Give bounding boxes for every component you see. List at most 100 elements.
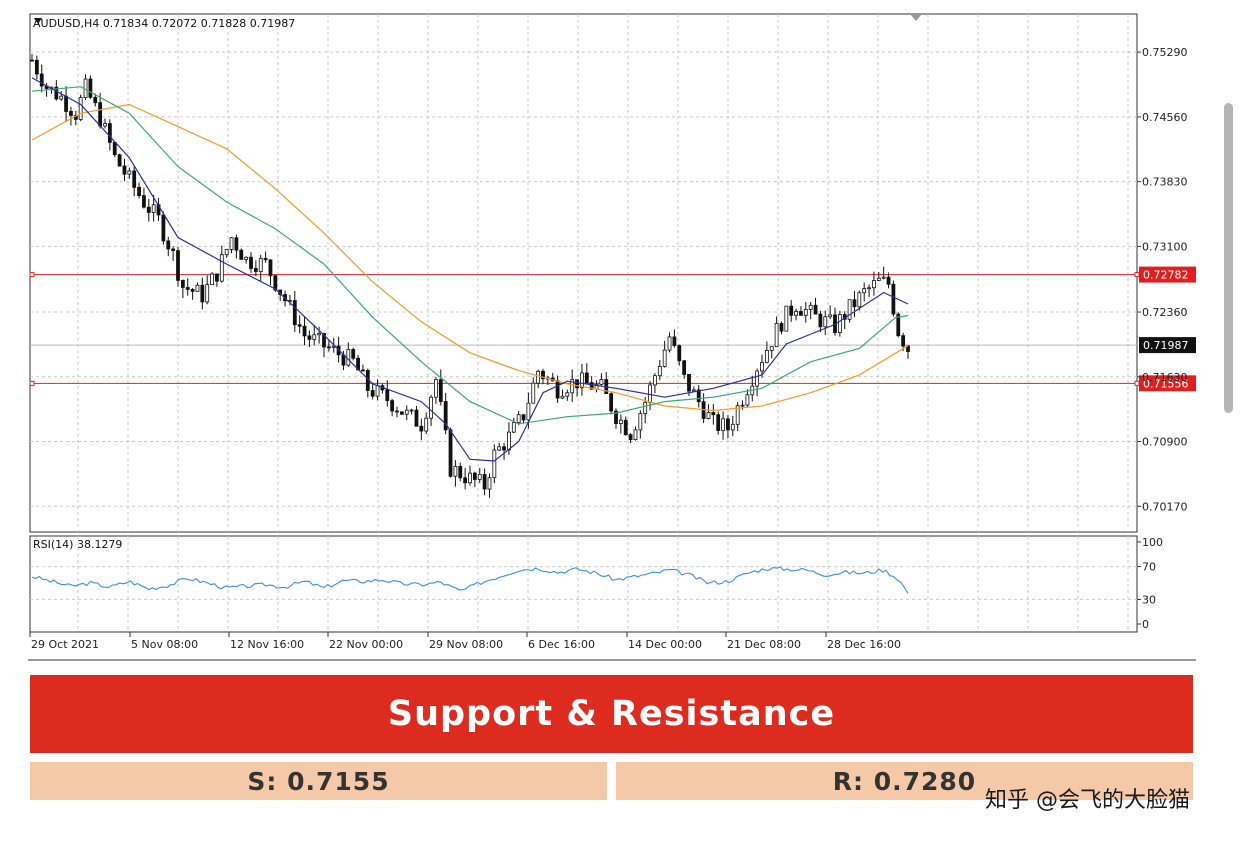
candle-body xyxy=(438,379,443,402)
candle-body xyxy=(404,409,409,415)
candle-body xyxy=(837,314,842,333)
level-marker-right xyxy=(1134,380,1140,386)
y-tick-label: 0.72360 xyxy=(1142,306,1188,319)
y-tick-label: 0.73100 xyxy=(1142,240,1188,253)
candle-body xyxy=(258,257,263,272)
candle-body xyxy=(448,429,453,477)
candle-body xyxy=(867,287,871,290)
x-tick-label: 28 Dec 16:00 xyxy=(827,638,901,651)
candle-body xyxy=(210,273,214,286)
candle-body xyxy=(312,334,317,340)
candle-body xyxy=(253,268,258,272)
candle-body xyxy=(361,369,365,372)
candle-body xyxy=(93,96,98,104)
candle-body xyxy=(78,97,83,120)
rsi-y-tick-label: 30 xyxy=(1142,593,1156,606)
candle-body xyxy=(691,389,696,392)
candle-body xyxy=(828,314,833,318)
symbol-header: AUDUSD,H4 0.71834 0.72072 0.71828 0.7198… xyxy=(33,17,295,30)
rsi-label: RSI(14) 38.1279 xyxy=(33,538,122,551)
candle-body xyxy=(234,237,239,251)
candle-body xyxy=(779,323,784,332)
rsi-y-tick-label: 70 xyxy=(1142,561,1156,574)
candle-body xyxy=(224,249,229,256)
candle-body xyxy=(648,384,652,403)
x-tick-label: 12 Nov 16:00 xyxy=(230,638,304,651)
x-tick-label: 14 Dec 00:00 xyxy=(628,638,702,651)
candle-body xyxy=(268,259,273,277)
y-tick-label: 0.74560 xyxy=(1142,111,1188,124)
candle-body xyxy=(618,419,623,424)
candle-body xyxy=(190,288,195,292)
candle-body xyxy=(468,472,472,484)
candle-body xyxy=(195,284,200,292)
level-marker-right xyxy=(1134,272,1140,278)
candle-body xyxy=(575,379,579,389)
candle-body xyxy=(628,434,633,441)
candle-body xyxy=(497,446,502,451)
candle-body xyxy=(122,165,127,175)
candle-body xyxy=(302,325,307,337)
candle-body xyxy=(107,123,112,143)
candle-body xyxy=(424,417,429,432)
candle-body xyxy=(317,333,322,336)
candle-body xyxy=(375,385,380,397)
candle-body xyxy=(307,335,312,340)
candle-body xyxy=(385,389,390,401)
x-tick-label: 29 Nov 08:00 xyxy=(429,638,503,651)
vertical-scrollbar[interactable] xyxy=(1224,103,1233,413)
candle-body xyxy=(472,472,477,480)
candle-body xyxy=(511,422,516,433)
candle-body xyxy=(200,284,205,303)
candle-body xyxy=(653,375,657,386)
candle-body xyxy=(711,412,716,416)
candle-body xyxy=(726,418,730,431)
candle-body xyxy=(229,237,234,250)
rsi-panel xyxy=(29,535,1138,633)
candle-body xyxy=(127,170,132,175)
candle-body xyxy=(502,446,506,451)
candle-body xyxy=(599,379,604,385)
candle-body xyxy=(419,425,424,432)
support-resistance-banner: Support & Resistance xyxy=(30,675,1193,753)
candle-body xyxy=(146,206,151,213)
level-marker-left xyxy=(29,272,35,278)
candle-body xyxy=(297,324,302,327)
candle-body xyxy=(521,414,526,421)
candle-body xyxy=(886,276,891,285)
candle-body xyxy=(482,474,487,490)
candle-body xyxy=(643,401,648,415)
candle-body xyxy=(185,287,190,290)
candle-body xyxy=(69,111,73,116)
rsi-y-tick-label: 0 xyxy=(1142,618,1149,631)
rsi-y-tick-label: 100 xyxy=(1142,536,1163,549)
candle-body xyxy=(789,305,794,316)
y-tick-label: 0.70900 xyxy=(1142,436,1188,449)
candle-body xyxy=(239,249,244,260)
candle-body xyxy=(799,311,803,316)
candle-body xyxy=(244,256,249,260)
candle-body xyxy=(395,410,399,413)
candle-body xyxy=(730,423,735,431)
y-tick-label: 0.75290 xyxy=(1142,46,1188,59)
candle-body xyxy=(901,335,906,347)
candle-body xyxy=(852,299,857,308)
candle-body xyxy=(662,349,667,367)
candle-body xyxy=(774,323,779,348)
candle-body xyxy=(881,276,886,279)
candle-body xyxy=(346,349,351,366)
candle-body xyxy=(351,349,356,359)
candle-body xyxy=(745,394,750,406)
candle-body xyxy=(609,393,614,412)
price-chart: 0.727820.715560.71987 0.752900.745600.73… xyxy=(28,13,1196,661)
candle-body xyxy=(453,466,458,477)
candle-body xyxy=(580,372,584,389)
candle-body xyxy=(872,280,876,289)
candle-body xyxy=(687,374,691,392)
candle-body xyxy=(98,102,103,127)
candle-body xyxy=(672,336,677,346)
candle-body xyxy=(326,346,331,349)
candle-body xyxy=(818,313,823,328)
candle-body xyxy=(390,400,395,412)
candle-body xyxy=(399,411,404,415)
